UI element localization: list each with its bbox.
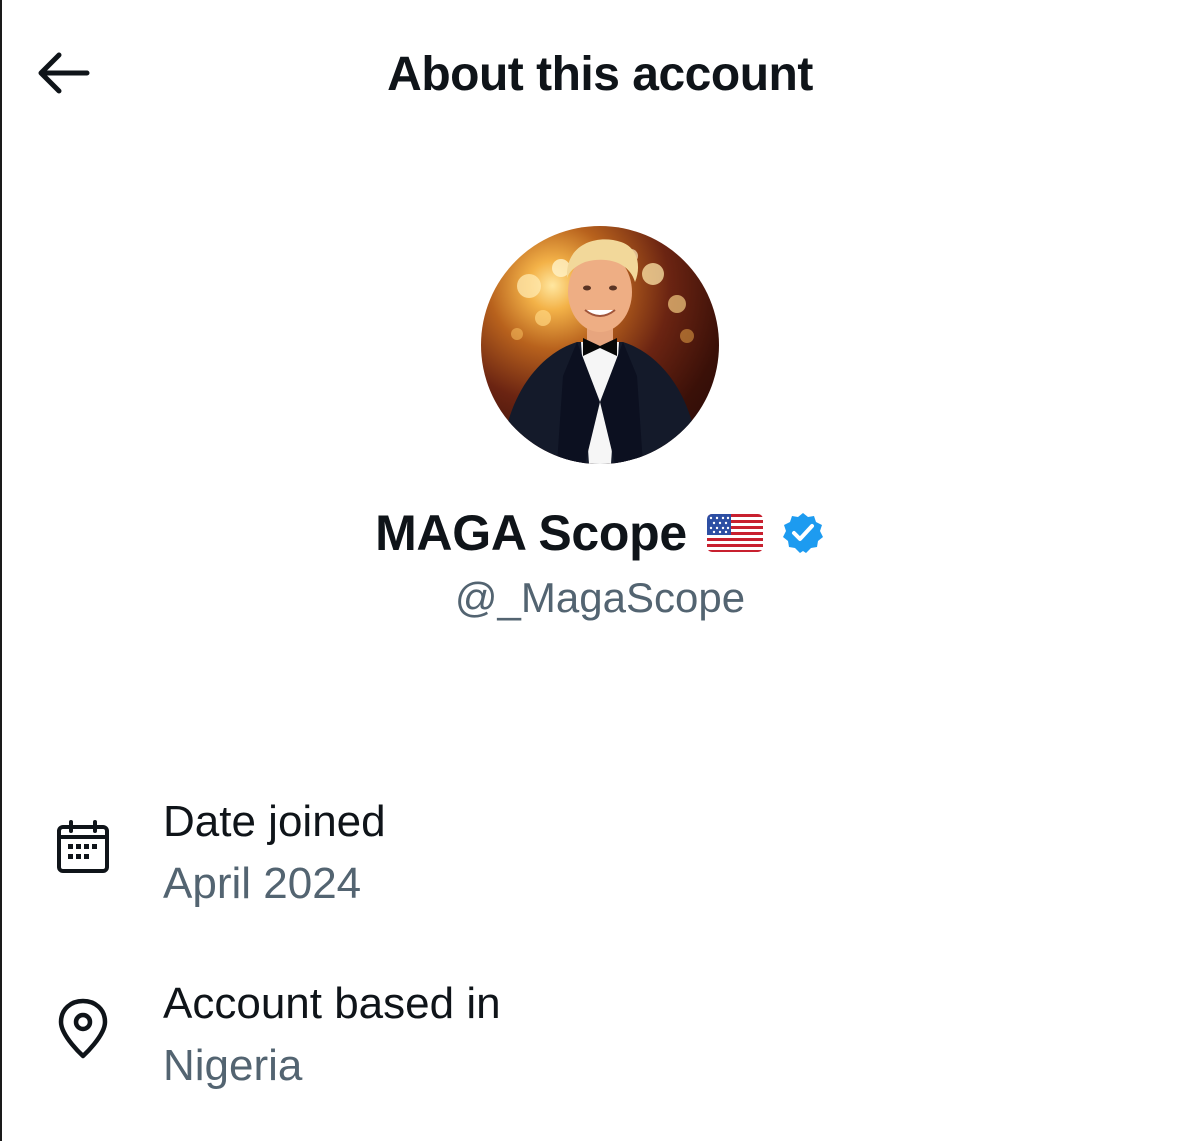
- date-joined-label: Date joined: [163, 797, 386, 846]
- display-name: MAGA Scope: [375, 505, 687, 561]
- us-flag-icon: [706, 514, 763, 552]
- account-based-in-value: Nigeria: [163, 1041, 303, 1090]
- avatar[interactable]: [481, 226, 719, 464]
- window-edge: [0, 0, 2, 1141]
- verified-badge-icon[interactable]: [781, 511, 825, 555]
- location-pin-icon: [50, 996, 116, 1062]
- date-joined-row: Date joined April 2024: [50, 796, 1150, 926]
- page-title: About this account: [387, 48, 813, 101]
- date-joined-value: April 2024: [163, 859, 362, 908]
- profile-handle: @_MagaScope: [454, 574, 746, 621]
- calendar-icon: [50, 814, 116, 880]
- account-location-row: Account based in Nigeria: [50, 978, 1150, 1108]
- account-based-in-label: Account based in: [163, 979, 501, 1028]
- name-row: MAGA Scope: [0, 500, 1200, 566]
